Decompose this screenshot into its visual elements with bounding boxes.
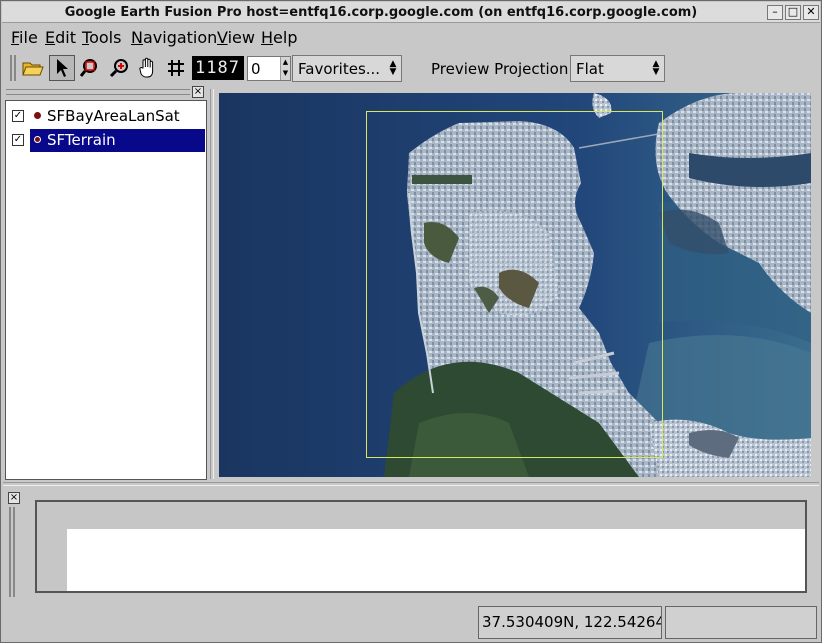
menu-bar: File Edit Tools Navigation View Help: [3, 25, 819, 49]
minimize-button[interactable]: –: [767, 5, 783, 20]
menu-file[interactable]: File: [11, 28, 38, 47]
preview-bounding-box: [366, 111, 663, 458]
menu-help[interactable]: Help: [261, 28, 297, 47]
application-window: Google Earth Fusion Pro host=entfq16.cor…: [0, 0, 822, 643]
title-bar[interactable]: Google Earth Fusion Pro host=entfq16.cor…: [2, 2, 820, 23]
grid-icon[interactable]: [163, 55, 189, 81]
close-bottom-panel-icon[interactable]: ×: [8, 492, 20, 504]
terrain-layer-icon: [34, 136, 41, 143]
zoom-box-icon[interactable]: [78, 55, 104, 81]
preview-projection-label: Preview Projection:: [431, 60, 574, 78]
favorites-dropdown[interactable]: Favorites... ▲ ▼: [292, 55, 402, 82]
spin-arrows-icon[interactable]: ▲ ▼: [280, 57, 290, 80]
bottom-panel-content[interactable]: [67, 529, 805, 591]
pan-hand-icon[interactable]: [135, 55, 161, 81]
window-title: Google Earth Fusion Pro host=entfq16.cor…: [64, 5, 698, 20]
favorites-label: Favorites...: [298, 60, 381, 78]
bottom-panel-grip[interactable]: [9, 507, 15, 597]
panel-grip[interactable]: [6, 89, 190, 95]
projection-dropdown[interactable]: Flat ▲ ▼: [570, 55, 665, 82]
layer-tree[interactable]: ✓ SFBayAreaLanSat ✓ SFTerrain: [5, 100, 207, 480]
toolbar-grip[interactable]: [10, 55, 16, 81]
updown-arrow-icon: ▲ ▼: [389, 59, 397, 77]
layer-checkbox[interactable]: ✓: [12, 134, 24, 146]
menu-edit[interactable]: Edit: [45, 28, 76, 47]
horizontal-splitter[interactable]: [3, 482, 819, 486]
status-coordinates: 37.530409N, 122.54264: [478, 606, 662, 639]
layer-checkbox[interactable]: ✓: [12, 110, 24, 122]
layer-name: SFTerrain: [47, 131, 116, 149]
vector-layer-icon: [34, 112, 41, 119]
map-preview[interactable]: [219, 93, 811, 477]
menu-view[interactable]: View: [217, 28, 255, 47]
layer-name: SFBayAreaLanSat: [47, 107, 180, 125]
maximize-button[interactable]: □: [785, 5, 801, 20]
layers-panel-header[interactable]: ×: [4, 85, 206, 99]
zoom-icon[interactable]: [107, 55, 133, 81]
vertical-splitter[interactable]: [210, 89, 214, 479]
close-panel-icon[interactable]: ×: [192, 86, 204, 98]
spinbox-value[interactable]: 0: [251, 60, 261, 78]
layer-item-sfterrain[interactable]: SFTerrain: [30, 129, 205, 152]
status-field: [665, 606, 817, 639]
level-spinbox[interactable]: 0 ▲ ▼: [247, 56, 291, 81]
arrow-select-icon[interactable]: [49, 55, 75, 81]
menu-navigation[interactable]: Navigation: [131, 28, 217, 47]
close-button[interactable]: ✕: [803, 5, 819, 20]
open-folder-icon[interactable]: [20, 55, 46, 81]
projection-value: Flat: [576, 60, 604, 78]
bottom-panel: [35, 500, 807, 593]
level-display: 1187: [192, 56, 244, 80]
toolbar: 1187 0 ▲ ▼ Favorites... ▲ ▼ Preview Projec…: [3, 52, 819, 84]
menu-tools[interactable]: Tools: [82, 28, 121, 47]
layer-item-sfbayarealansat[interactable]: SFBayAreaLanSat: [30, 105, 205, 128]
updown-arrow-icon: ▲ ▼: [652, 59, 660, 77]
